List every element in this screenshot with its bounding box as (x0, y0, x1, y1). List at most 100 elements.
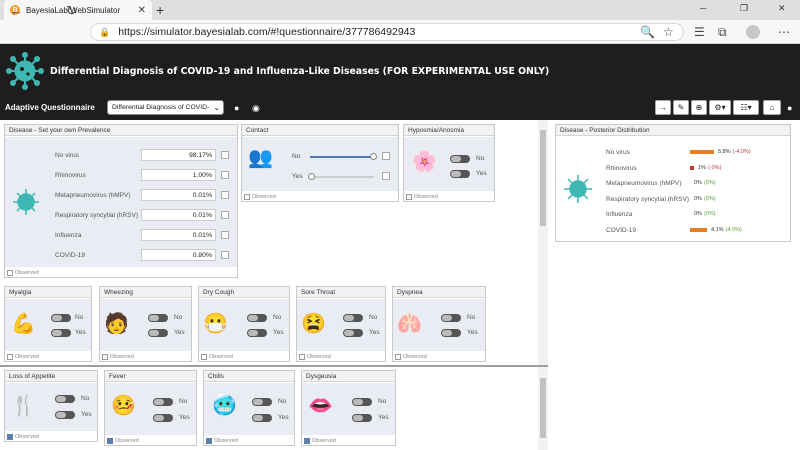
hyposmia-panel: Hyposmia/Anosmia 🌸 No Yes Observed (403, 124, 495, 202)
prevalence-input[interactable]: 0.80% (141, 249, 216, 261)
toggle-no[interactable] (441, 314, 461, 322)
toggle-yes[interactable] (352, 414, 372, 422)
browser-tab[interactable]: B BayesiaLab WebSimulator ✕ (4, 0, 152, 20)
observed-checkbox[interactable]: Observed (7, 270, 39, 276)
prevalence-checkbox[interactable] (221, 151, 229, 159)
toggle-yes[interactable] (441, 329, 461, 337)
address-bar[interactable]: 🔒 https://simulator.bayesialab.com/#!ques… (90, 23, 684, 41)
eye-icon[interactable]: ◉ (252, 103, 260, 114)
slider-knob[interactable] (308, 173, 315, 180)
toggle-no[interactable] (352, 398, 372, 406)
observed-checkbox[interactable]: Observed (107, 438, 139, 444)
section-divider[interactable] (0, 365, 548, 367)
prevalence-input[interactable]: 0.01% (141, 189, 216, 201)
url-text: https://simulator.bayesialab.com/#!quest… (118, 26, 416, 38)
panel-title: Loss of Appetite (5, 371, 97, 382)
posterior-label: No virus (606, 149, 630, 156)
scrollbar-thumb[interactable] (540, 378, 546, 438)
prevalence-input[interactable]: 0.01% (141, 209, 216, 221)
prevalence-checkbox[interactable] (221, 231, 229, 239)
collections-icon[interactable]: ⧉ (718, 25, 727, 40)
prevalence-label: COVID-19 (55, 252, 85, 259)
toggle-yes[interactable] (51, 329, 71, 337)
sore-throat-icon: 😫 (301, 313, 326, 335)
posterior-bar (690, 227, 707, 232)
prevalence-input[interactable]: 98.17% (141, 149, 216, 161)
toggle-yes[interactable] (55, 411, 75, 419)
observed-checkbox[interactable]: Observed (201, 354, 233, 360)
favorites-list-icon[interactable]: ☰ (694, 25, 705, 39)
people-contact-icon: 👥 (248, 147, 273, 169)
add-button[interactable]: ⊕ (691, 100, 707, 115)
observed-checkbox[interactable]: Observed (7, 354, 39, 360)
posterior-value: 4.1% (4.0%) (711, 226, 742, 233)
panel-title: Dyspnea (393, 287, 485, 298)
prevalence-label: Influenza (55, 232, 82, 239)
observed-checkbox[interactable]: Observed (206, 438, 238, 444)
scrollbar-thumb[interactable] (540, 130, 546, 226)
observed-checkbox[interactable]: Observed (406, 194, 438, 200)
tab-close-icon[interactable]: ✕ (138, 5, 146, 16)
settings-button[interactable]: ⚙▾ (709, 100, 731, 115)
toggle-no[interactable] (55, 395, 75, 403)
questionnaire-select[interactable]: Differential Diagnosis of COVID- ⌄ (107, 100, 224, 115)
muscle-pain-icon: 💪 (11, 313, 36, 335)
zoom-icon[interactable]: 🔍 (640, 25, 655, 39)
refresh-icon[interactable]: ↻ (66, 4, 77, 18)
chevron-down-icon: ⌄ (213, 103, 220, 112)
contact-yes-slider[interactable] (310, 176, 374, 178)
close-window-icon[interactable]: ✕ (778, 3, 786, 14)
favorite-star-icon[interactable]: ☆ (663, 25, 674, 39)
prevalence-checkbox[interactable] (221, 251, 229, 259)
option-yes-label: Yes (81, 411, 92, 418)
next-arrow-button[interactable]: → (655, 100, 671, 115)
toggle-no[interactable] (343, 314, 363, 322)
profile-avatar[interactable] (746, 25, 760, 39)
toggle-no[interactable] (247, 314, 267, 322)
new-tab-icon[interactable]: + (156, 2, 164, 18)
more-menu-icon[interactable]: ⋯ (778, 25, 790, 39)
prevalence-input[interactable]: 1.00% (141, 169, 216, 181)
toggle-yes[interactable] (450, 170, 470, 178)
contact-no-checkbox[interactable] (382, 152, 390, 160)
prevalence-input[interactable]: 0.01% (141, 229, 216, 241)
toggle-no[interactable] (450, 155, 470, 163)
observed-checkbox[interactable]: Observed (299, 354, 331, 360)
info-icon[interactable]: ● (234, 103, 239, 113)
slider-knob[interactable] (370, 153, 377, 160)
toggle-yes[interactable] (148, 329, 168, 337)
toggle-yes[interactable] (343, 329, 363, 337)
help-icon[interactable]: ● (787, 103, 792, 113)
toggle-yes[interactable] (247, 329, 267, 337)
option-yes-label: Yes (292, 173, 303, 180)
prevalence-checkbox[interactable] (221, 211, 229, 219)
posterior-value: 1% (-0%) (698, 164, 722, 171)
observed-checkbox[interactable]: Observed (304, 438, 336, 444)
toggle-no[interactable] (148, 314, 168, 322)
minimize-icon[interactable]: ─ (700, 3, 706, 13)
toggle-yes[interactable] (153, 414, 173, 422)
restore-icon[interactable]: ❐ (740, 3, 748, 14)
observed-checkbox[interactable]: Observed (7, 434, 39, 440)
toggle-no[interactable] (252, 398, 272, 406)
toggle-yes[interactable] (252, 414, 272, 422)
questionnaire-label: Adaptive Questionnaire (5, 103, 95, 112)
home-button[interactable]: ⌂ (763, 100, 781, 115)
observed-checkbox[interactable]: Observed (395, 354, 427, 360)
prevalence-checkbox[interactable] (221, 171, 229, 179)
eraser-button[interactable]: ✎ (673, 100, 689, 115)
prevalence-checkbox[interactable] (221, 191, 229, 199)
hierarchy-button[interactable]: ☷▾ (733, 100, 759, 115)
observed-checkbox[interactable]: Observed (244, 194, 276, 200)
contact-yes-checkbox[interactable] (382, 172, 390, 180)
back-icon[interactable]: ← (10, 4, 23, 18)
observed-checkbox[interactable]: Observed (102, 354, 134, 360)
dry-cough-panel: Dry Cough 😷 No Yes Observed (198, 286, 290, 362)
contact-no-slider[interactable] (310, 156, 374, 158)
option-yes-label: Yes (179, 414, 190, 421)
no-smell-icon: 🌸 (412, 151, 437, 173)
toggle-no[interactable] (51, 314, 71, 322)
panel-title: Myalgia (5, 287, 91, 298)
forward-icon[interactable]: → (38, 4, 51, 18)
toggle-no[interactable] (153, 398, 173, 406)
